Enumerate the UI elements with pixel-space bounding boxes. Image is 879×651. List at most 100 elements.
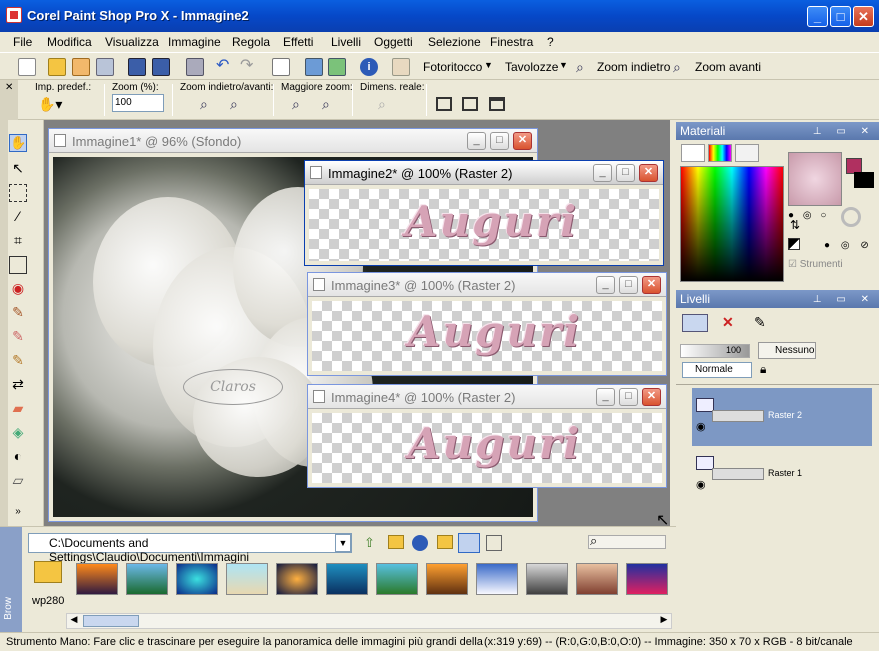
push-tool-icon[interactable]: ⇄ bbox=[9, 376, 27, 394]
doc-maximize-button[interactable]: □ bbox=[490, 132, 509, 150]
lock-icon[interactable]: 🔒︎ bbox=[760, 362, 766, 377]
new-file-icon[interactable] bbox=[18, 58, 36, 76]
doc-minimize-button[interactable]: _ bbox=[596, 276, 615, 294]
pan-tool-icon[interactable]: ✋ bbox=[9, 134, 27, 152]
rainbow-tab[interactable] bbox=[708, 144, 732, 162]
thumbnail-underwater[interactable] bbox=[326, 563, 368, 595]
edit-layer-icon[interactable]: ✎ bbox=[754, 314, 766, 331]
layer-name[interactable]: Raster 2 bbox=[768, 410, 802, 420]
browser-path-input[interactable]: C:\Documents and Settings\Claudio\Docume… bbox=[28, 533, 352, 564]
doc-maximize-button[interactable]: □ bbox=[616, 164, 635, 182]
thumbnail-sky[interactable] bbox=[476, 563, 518, 595]
document-title-bar[interactable]: Immagine1* @ 96% (Sfondo) _ □ ✕ bbox=[49, 129, 537, 153]
chevron-down-icon[interactable]: ▼ bbox=[559, 60, 568, 70]
picture-tube-icon[interactable]: ◐ bbox=[9, 448, 27, 466]
folder-name[interactable]: wp280 bbox=[32, 595, 64, 607]
fit-screen-icon[interactable] bbox=[489, 97, 505, 111]
info-icon[interactable] bbox=[412, 535, 428, 551]
open-folder-icon[interactable] bbox=[48, 58, 66, 76]
zoom-in-small-icon[interactable]: ⌕ bbox=[230, 96, 238, 113]
color-spectrum[interactable] bbox=[680, 166, 784, 282]
details-view-icon[interactable] bbox=[486, 535, 502, 551]
thumbnail-palm-sunset[interactable] bbox=[426, 563, 468, 595]
document-title-bar[interactable]: Immagine4* @ 100% (Raster 2) _ □ ✕ bbox=[308, 385, 666, 409]
image-info-icon[interactable] bbox=[305, 58, 323, 76]
close-icon[interactable]: ✕ bbox=[5, 82, 13, 93]
doc-minimize-button[interactable]: _ bbox=[467, 132, 486, 150]
search-icon[interactable]: ⌕ bbox=[590, 533, 597, 549]
chevron-down-icon[interactable]: ▼ bbox=[335, 534, 351, 552]
transparent-canvas[interactable]: Auguri bbox=[309, 189, 659, 261]
flood-fill-icon[interactable]: ◈ bbox=[9, 424, 27, 442]
straighten-tool-icon[interactable] bbox=[9, 256, 27, 274]
foreground-material-swatch[interactable] bbox=[788, 152, 842, 206]
thumbnail-atoll[interactable] bbox=[176, 563, 218, 595]
document-window-immagine4[interactable]: Immagine4* @ 100% (Raster 2) _ □ ✕ Augur… bbox=[307, 384, 667, 488]
menu-regola[interactable]: Regola bbox=[232, 35, 270, 49]
transparent-material-icon[interactable] bbox=[841, 207, 861, 227]
menu-visualizza[interactable]: Visualizza bbox=[105, 35, 159, 49]
thumbnail-coral[interactable] bbox=[626, 563, 668, 595]
clone-tool-icon[interactable]: ✎ bbox=[9, 304, 27, 322]
thumbnail-beach[interactable] bbox=[226, 563, 268, 595]
frame-tab[interactable] bbox=[681, 144, 705, 162]
menu-finestra[interactable]: Finestra bbox=[490, 35, 533, 49]
zoom-more-in-icon[interactable]: ⌕ bbox=[322, 96, 330, 113]
background-texture-icons[interactable]: ● ◎ ⊘ bbox=[824, 240, 873, 251]
eye-visibility-icon[interactable]: ◉ bbox=[696, 420, 706, 433]
info-icon[interactable]: i bbox=[360, 58, 378, 76]
zoom-out-button[interactable]: Zoom indietro bbox=[597, 60, 670, 74]
doc-minimize-button[interactable]: _ bbox=[593, 164, 612, 182]
blend-mode-select[interactable]: Normale bbox=[682, 362, 752, 378]
resize-icon[interactable] bbox=[272, 58, 290, 76]
chevron-down-icon[interactable]: ▼ bbox=[484, 60, 493, 70]
layer-row[interactable]: ◉ Raster 2 bbox=[692, 388, 872, 446]
fotoritocco-menu[interactable]: Fotoritocco bbox=[423, 60, 482, 74]
swap-colors-icon[interactable]: ⇅ bbox=[790, 218, 800, 232]
menu-livelli[interactable]: Livelli bbox=[331, 35, 361, 49]
menu-help[interactable]: ? bbox=[547, 35, 554, 49]
scroll-left-icon[interactable]: ◀ bbox=[67, 614, 81, 628]
close-button[interactable]: ✕ bbox=[853, 6, 874, 27]
folders-icon[interactable] bbox=[388, 535, 404, 549]
save-as-icon[interactable] bbox=[152, 58, 170, 76]
doc-close-button[interactable]: ✕ bbox=[513, 132, 532, 150]
doc-minimize-button[interactable]: _ bbox=[596, 388, 615, 406]
tools-palette-grip[interactable] bbox=[0, 120, 8, 526]
tavolozze-menu[interactable]: Tavolozze bbox=[505, 60, 558, 74]
search-input[interactable] bbox=[588, 535, 666, 549]
mask-none-button[interactable]: Nessuno bbox=[758, 342, 816, 359]
eye-visibility-icon[interactable]: ◉ bbox=[696, 478, 706, 491]
selection-tool-icon[interactable] bbox=[9, 184, 27, 202]
hand-preset-icon[interactable]: ✋▾ bbox=[38, 96, 64, 114]
actual-size-icon[interactable]: ⌕ bbox=[378, 96, 386, 113]
layer-name[interactable]: Raster 1 bbox=[768, 468, 802, 478]
undo-icon[interactable]: ↶ bbox=[216, 58, 234, 76]
document-window-immagine2[interactable]: Immagine2* @ 100% (Raster 2) _ □ ✕ Augur… bbox=[304, 160, 664, 266]
zoom-in-button[interactable]: Zoom avanti bbox=[695, 60, 761, 74]
eraser-toolbar-icon[interactable] bbox=[392, 58, 410, 76]
minimize-button[interactable]: _ bbox=[807, 6, 828, 27]
menu-selezione[interactable]: Selezione bbox=[428, 35, 481, 49]
more-tools-chevron-icon[interactable]: » bbox=[9, 506, 27, 524]
zoom-more-out-icon[interactable]: ⌕ bbox=[292, 96, 300, 113]
menu-immagine[interactable]: Immagine bbox=[168, 35, 221, 49]
delete-layer-icon[interactable]: ✕ bbox=[722, 314, 734, 331]
up-folder-icon[interactable]: ⇧ bbox=[364, 535, 375, 551]
zoom-percent-input[interactable]: 100 bbox=[112, 94, 164, 112]
lighten-darken-icon[interactable]: ✎ bbox=[9, 352, 27, 370]
background-color-swatch[interactable] bbox=[854, 172, 874, 188]
layers-panel-header[interactable]: Livelli ⊥ ▭ ✕ bbox=[676, 290, 879, 308]
crop-tool-icon[interactable]: ⌗ bbox=[9, 232, 27, 250]
new-layer-icon[interactable] bbox=[682, 314, 708, 332]
layer-row[interactable]: ◉ Raster 1 bbox=[692, 448, 872, 504]
paintshop-app-icon[interactable] bbox=[6, 7, 22, 23]
redo-icon[interactable]: ↷ bbox=[240, 58, 258, 76]
browser-side-tab[interactable]: Brow bbox=[0, 527, 22, 633]
materials-panel-header[interactable]: Materiali ⊥ ▭ ✕ bbox=[676, 122, 879, 140]
reset-colors-icon[interactable] bbox=[788, 238, 800, 250]
pick-tool-icon[interactable]: ↖ bbox=[9, 160, 27, 178]
paint-brush-icon[interactable]: ✎ bbox=[9, 328, 27, 346]
fit-window-icon[interactable] bbox=[436, 97, 452, 111]
background-eraser-icon[interactable]: ▱ bbox=[9, 472, 27, 490]
